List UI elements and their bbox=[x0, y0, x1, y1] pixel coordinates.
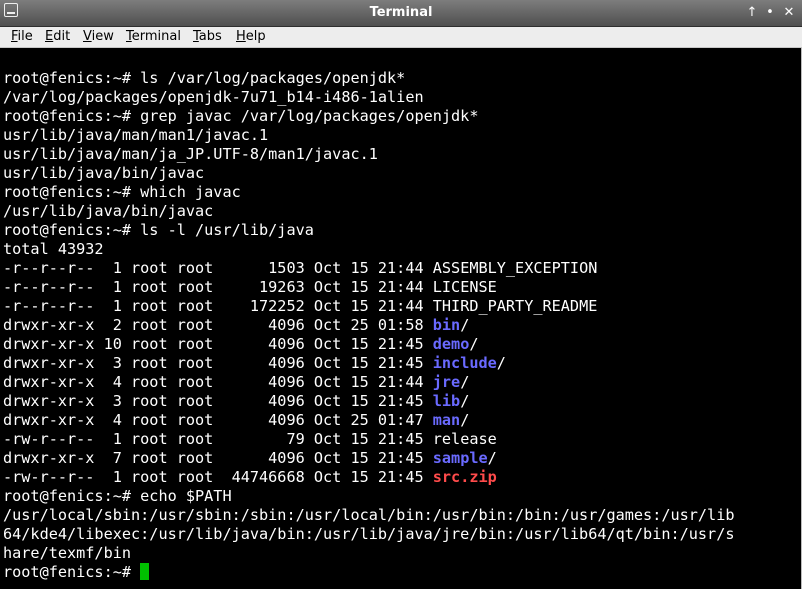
terminal-text: usr/lib/java/man/ja_JP.UTF-8/man1/javac.… bbox=[3, 145, 378, 163]
listing-attributes: drwxr-xr-x 4 root root 4096 Oct 25 01:47 bbox=[3, 411, 433, 429]
terminal-text: /usr/local/sbin:/usr/sbin:/sbin:/usr/loc… bbox=[3, 506, 735, 524]
terminal-line: hare/texmf/bin bbox=[3, 544, 131, 563]
terminal-line: root@fenics:~# which javac bbox=[3, 183, 241, 202]
listing-attributes: drwxr-xr-x 2 root root 4096 Oct 25 01:58 bbox=[3, 316, 433, 334]
terminal-line: total 43932 bbox=[3, 240, 104, 259]
directory-name: jre bbox=[432, 373, 461, 391]
shade-up-icon[interactable]: ↑ bbox=[743, 4, 761, 22]
listing-attributes: -rw-r--r-- 1 root root 79 Oct 15 21:45 bbox=[3, 430, 433, 448]
terminal-line: /usr/local/sbin:/usr/sbin:/sbin:/usr/loc… bbox=[3, 506, 735, 525]
directory-suffix: / bbox=[460, 392, 470, 410]
file-name: ASSEMBLY_EXCEPTION bbox=[432, 259, 598, 277]
file-name: release bbox=[432, 430, 497, 448]
terminal-line: drwxr-xr-x 2 root root 4096 Oct 25 01:58… bbox=[3, 316, 469, 335]
terminal-text: usr/lib/java/man/man1/javac.1 bbox=[3, 126, 269, 144]
terminal-line: usr/lib/java/man/ja_JP.UTF-8/man1/javac.… bbox=[3, 145, 378, 164]
terminal-text: root@fenics:~# which javac bbox=[3, 183, 241, 201]
archive-name: src.zip bbox=[432, 468, 497, 486]
listing-attributes: -r--r--r-- 1 root root 172252 Oct 15 21:… bbox=[3, 297, 433, 315]
listing-attributes: drwxr-xr-x 4 root root 4096 Oct 15 21:44 bbox=[3, 373, 433, 391]
terminal-text: total 43932 bbox=[3, 240, 104, 258]
terminal-line: usr/lib/java/bin/javac bbox=[3, 164, 204, 183]
listing-attributes: drwxr-xr-x 10 root root 4096 Oct 15 21:4… bbox=[3, 335, 433, 353]
terminal-text: root@fenics:~# echo $PATH bbox=[3, 487, 232, 505]
directory-suffix: / bbox=[469, 335, 479, 353]
terminal-line: root@fenics:~# echo $PATH bbox=[3, 487, 232, 506]
restore-icon[interactable]: • bbox=[761, 4, 779, 22]
terminal-line: root@fenics:~# grep javac /var/log/packa… bbox=[3, 107, 478, 126]
terminal-line: root@fenics:~# bbox=[3, 563, 150, 582]
terminal-line: drwxr-xr-x 3 root root 4096 Oct 15 21:45… bbox=[3, 392, 469, 411]
terminal-line: drwxr-xr-x 4 root root 4096 Oct 25 01:47… bbox=[3, 411, 469, 430]
terminal-window: Terminal ↑ • ✕ File Edit View Terminal T… bbox=[0, 0, 802, 589]
terminal-line: drwxr-xr-x 3 root root 4096 Oct 15 21:45… bbox=[3, 354, 506, 373]
directory-suffix: / bbox=[460, 316, 470, 334]
terminal-line: root@fenics:~# ls -l /usr/lib/java bbox=[3, 221, 314, 240]
terminal-text: root@fenics:~# grep javac /var/log/packa… bbox=[3, 107, 479, 125]
terminal-line: -r--r--r-- 1 root root 172252 Oct 15 21:… bbox=[3, 297, 597, 316]
close-icon[interactable]: ✕ bbox=[780, 4, 798, 22]
menu-file[interactable]: File bbox=[11, 29, 33, 44]
menu-terminal[interactable]: Terminal bbox=[126, 29, 181, 44]
listing-attributes: drwxr-xr-x 3 root root 4096 Oct 15 21:45 bbox=[3, 392, 433, 410]
terminal-line: drwxr-xr-x 7 root root 4096 Oct 15 21:45… bbox=[3, 449, 497, 468]
terminal-line: drwxr-xr-x 10 root root 4096 Oct 15 21:4… bbox=[3, 335, 479, 354]
terminal-line: /var/log/packages/openjdk-7u71_b14-i486-… bbox=[3, 88, 424, 107]
listing-attributes: -r--r--r-- 1 root root 1503 Oct 15 21:44 bbox=[3, 259, 433, 277]
terminal-line: drwxr-xr-x 4 root root 4096 Oct 15 21:44… bbox=[3, 373, 469, 392]
terminal-output[interactable]: root@fenics:~# ls /var/log/packages/open… bbox=[0, 48, 802, 589]
listing-attributes: -r--r--r-- 1 root root 19263 Oct 15 21:4… bbox=[3, 278, 433, 296]
terminal-text: /var/log/packages/openjdk-7u71_b14-i486-… bbox=[3, 88, 424, 106]
directory-name: bin bbox=[432, 316, 461, 334]
directory-name: include bbox=[432, 354, 497, 372]
listing-attributes: drwxr-xr-x 7 root root 4096 Oct 15 21:45 bbox=[3, 449, 433, 467]
terminal-line: root@fenics:~# ls /var/log/packages/open… bbox=[3, 69, 405, 88]
listing-attributes: drwxr-xr-x 3 root root 4096 Oct 15 21:45 bbox=[3, 354, 433, 372]
listing-attributes: -rw-r--r-- 1 root root 44746668 Oct 15 2… bbox=[3, 468, 433, 486]
terminal-line: -r--r--r-- 1 root root 19263 Oct 15 21:4… bbox=[3, 278, 497, 297]
file-name: LICENSE bbox=[432, 278, 497, 296]
directory-name: demo bbox=[432, 335, 470, 353]
title-bar[interactable]: Terminal ↑ • ✕ bbox=[0, 0, 802, 27]
terminal-text: root@fenics:~# ls /var/log/packages/open… bbox=[3, 69, 406, 87]
directory-suffix: / bbox=[460, 373, 470, 391]
terminal-line: -rw-r--r-- 1 root root 79 Oct 15 21:45 r… bbox=[3, 430, 497, 449]
terminal-text: 64/kde4/libexec:/usr/lib/java/bin:/usr/l… bbox=[3, 525, 735, 543]
terminal-line: -r--r--r-- 1 root root 1503 Oct 15 21:44… bbox=[3, 259, 597, 278]
window-title: Terminal bbox=[369, 5, 433, 20]
menu-tabs[interactable]: Tabs bbox=[193, 29, 222, 44]
terminal-line: 64/kde4/libexec:/usr/lib/java/bin:/usr/l… bbox=[3, 525, 735, 544]
terminal-text: usr/lib/java/bin/javac bbox=[3, 164, 205, 182]
terminal-line: usr/lib/java/man/man1/javac.1 bbox=[3, 126, 268, 145]
directory-suffix: / bbox=[496, 354, 506, 372]
terminal-line: -rw-r--r-- 1 root root 44746668 Oct 15 2… bbox=[3, 468, 497, 487]
menu-view[interactable]: View bbox=[83, 29, 114, 44]
terminal-text: hare/texmf/bin bbox=[3, 544, 132, 562]
file-name: THIRD_PARTY_README bbox=[432, 297, 598, 315]
directory-name: sample bbox=[432, 449, 488, 467]
text-cursor bbox=[140, 563, 150, 580]
menu-edit[interactable]: Edit bbox=[45, 29, 70, 44]
directory-suffix: / bbox=[487, 449, 497, 467]
terminal-text: root@fenics:~# ls -l /usr/lib/java bbox=[3, 221, 314, 239]
terminal-text: root@fenics:~# bbox=[3, 563, 141, 581]
menu-bar: File Edit View Terminal Tabs Help bbox=[0, 27, 802, 48]
directory-suffix: / bbox=[460, 411, 470, 429]
directory-name: man bbox=[432, 411, 461, 429]
directory-name: lib bbox=[432, 392, 461, 410]
terminal-text: /usr/lib/java/bin/javac bbox=[3, 202, 214, 220]
menu-help[interactable]: Help bbox=[236, 29, 266, 44]
terminal-line: /usr/lib/java/bin/javac bbox=[3, 202, 213, 221]
